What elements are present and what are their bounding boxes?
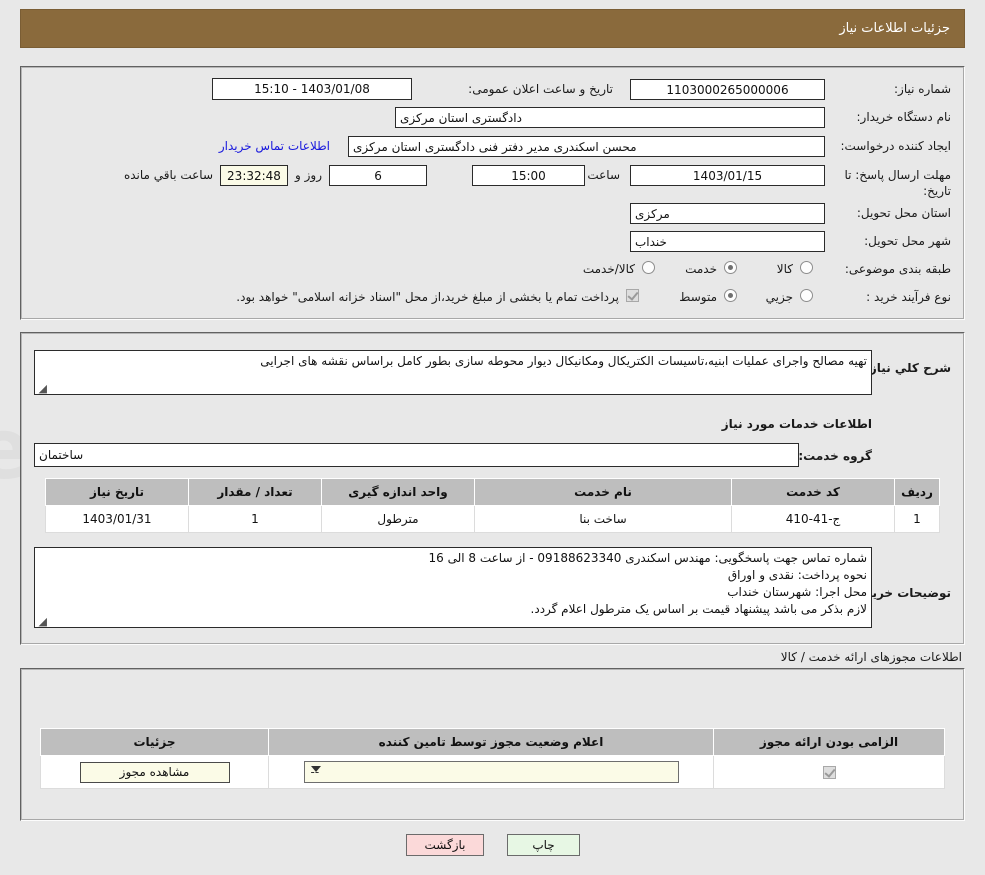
radio-category-kala-khedmat-label: کالا/خدمت — [582, 262, 635, 276]
announce-datetime-label: تاریخ و ساعت اعلان عمومی: — [468, 82, 613, 96]
buyer-org-value: دادگستری استان مرکزی — [395, 107, 825, 128]
buyer-notes-value: شماره تماس جهت پاسخگویی: مهندس اسکندری 0… — [34, 547, 872, 628]
cell-unit: مترطول — [321, 505, 475, 533]
page-header: جزئیات اطلاعات نیاز — [20, 9, 965, 48]
buyer-note-line: لازم بذکر می باشد پیشنهاد قیمت بر اساس ی… — [530, 602, 867, 616]
remaining-days-label: روز و — [295, 168, 322, 182]
col-qty: تعداد / مقدار — [188, 478, 322, 506]
permits-table: الزامی بودن ارائه مجوز اعلام وضعیت مجوز … — [40, 728, 945, 789]
purchase-process-label: نوع فرآیند خرید : — [866, 290, 951, 304]
buyer-note-line: شماره تماس جهت پاسخگویی: مهندس اسکندری 0… — [428, 551, 868, 565]
cell-permit-required — [713, 755, 945, 789]
cell-name: ساخت بنا — [474, 505, 732, 533]
general-description-label: شرح کلي نیاز: — [865, 361, 951, 375]
col-unit: واحد اندازه گیری — [321, 478, 475, 506]
cell-date: 1403/01/31 — [45, 505, 189, 533]
request-creator-label: ایجاد کننده درخواست: — [840, 139, 951, 153]
remaining-clock-value: 23:32:48 — [220, 165, 288, 186]
table-row: -- مشاهده مجوز — [40, 755, 945, 789]
cell-code: ج-41-410 — [731, 505, 895, 533]
page-title: جزئیات اطلاعات نیاز — [839, 21, 950, 36]
back-button[interactable]: بازگشت — [406, 834, 484, 856]
col-code: کد خدمت — [731, 478, 895, 506]
table-row: 1 ج-41-410 ساخت بنا مترطول 1 1403/01/31 — [45, 505, 940, 533]
chevron-down-icon — [310, 766, 321, 772]
resize-grip-icon: ◢ — [38, 382, 47, 395]
col-permit-status: اعلام وضعیت مجوز توسط تامین کننده — [268, 728, 714, 756]
resize-grip-icon: ◢ — [38, 615, 47, 628]
delivery-city-value: خنداب — [630, 231, 825, 252]
services-table: ردیف کد خدمت نام خدمت واحد اندازه گیری ت… — [45, 478, 940, 533]
service-group-value: ساختمان — [34, 443, 799, 467]
buyer-contact-link[interactable]: اطلاعات تماس خریدار — [219, 139, 330, 153]
deadline-time-label: ساعت — [587, 168, 620, 182]
col-name: نام خدمت — [474, 478, 732, 506]
col-row: ردیف — [894, 478, 940, 506]
view-permit-button[interactable]: مشاهده مجوز — [79, 761, 230, 783]
buyer-note-line: نحوه پرداخت: نقدی و اوراق — [727, 568, 867, 582]
remaining-suffix-label: ساعت باقي مانده — [123, 168, 213, 182]
deadline-date-value: 1403/01/15 — [630, 165, 825, 186]
delivery-province-label: استان محل تحویل: — [856, 206, 951, 220]
need-info-panel — [20, 66, 965, 320]
need-number-label: شماره نیاز: — [894, 82, 951, 96]
cell-permit-status: -- — [268, 755, 714, 789]
radio-category-khedmat-label: خدمت — [685, 262, 717, 276]
cell-permit-details: مشاهده مجوز — [40, 755, 269, 789]
buyer-org-label: نام دستگاه خریدار: — [856, 110, 952, 124]
service-group-label: گروه خدمت: — [798, 449, 872, 463]
subject-category-label: طبقه بندی موضوعی: — [844, 262, 951, 276]
cell-row: 1 — [894, 505, 940, 533]
remaining-days-value: 6 — [329, 165, 427, 186]
radio-process-motavaset-label: متوسط — [679, 290, 717, 304]
request-creator-value: محسن اسکندری مدیر دفتر فنی دادگستری استا… — [348, 136, 825, 157]
radio-category-kala-khedmat[interactable] — [642, 261, 655, 274]
deadline-time-value: 15:00 — [472, 165, 585, 186]
general-description-text: تهیه مصالح واجرای عملیات ابنیه،تاسیسات ا… — [260, 354, 867, 368]
col-date: تاریخ نیاز — [45, 478, 189, 506]
col-permit-details: جزئیات — [40, 728, 269, 756]
cell-qty: 1 — [188, 505, 322, 533]
delivery-province-value: مرکزی — [630, 203, 825, 224]
permits-table-header-row: الزامی بودن ارائه مجوز اعلام وضعیت مجوز … — [40, 728, 945, 756]
radio-category-kala[interactable] — [800, 261, 813, 274]
response-deadline-label: مهلت ارسال پاسخ: تا تاریخ: — [844, 168, 951, 198]
buyer-note-line: محل اجرا: شهرستان خنداب — [727, 585, 867, 599]
permits-section-title: اطلاعات مجوزهای ارائه خدمت / کالا — [780, 650, 962, 664]
radio-process-jozii[interactable] — [800, 289, 813, 302]
radio-category-khedmat[interactable] — [724, 261, 737, 274]
permit-status-select[interactable]: -- — [303, 761, 679, 783]
delivery-city-label: شهر محل تحویل: — [864, 234, 951, 248]
radio-process-motavaset[interactable] — [724, 289, 737, 302]
page-root: AriaTender .net جزئیات اطلاعات نیاز شمار… — [0, 0, 985, 875]
general-description-value: تهیه مصالح واجرای عملیات ابنیه،تاسیسات ا… — [34, 350, 872, 395]
col-permit-required: الزامی بودن ارائه مجوز — [713, 728, 945, 756]
permit-required-checkbox — [822, 766, 836, 779]
need-number-value: 1103000265000006 — [630, 79, 825, 100]
treasury-note-label: پرداخت تمام یا بخشی از مبلغ خرید،از محل … — [236, 290, 619, 304]
services-section-title: اطلاعات خدمات مورد نیاز — [721, 417, 872, 431]
services-table-header-row: ردیف کد خدمت نام خدمت واحد اندازه گیری ت… — [45, 478, 940, 506]
announce-datetime-value: 1403/01/08 - 15:10 — [212, 78, 412, 100]
print-button[interactable]: چاپ — [507, 834, 580, 856]
radio-process-jozii-label: جزيي — [765, 290, 793, 304]
radio-category-kala-label: کالا — [776, 262, 793, 276]
treasury-note-checkbox[interactable] — [626, 289, 639, 302]
